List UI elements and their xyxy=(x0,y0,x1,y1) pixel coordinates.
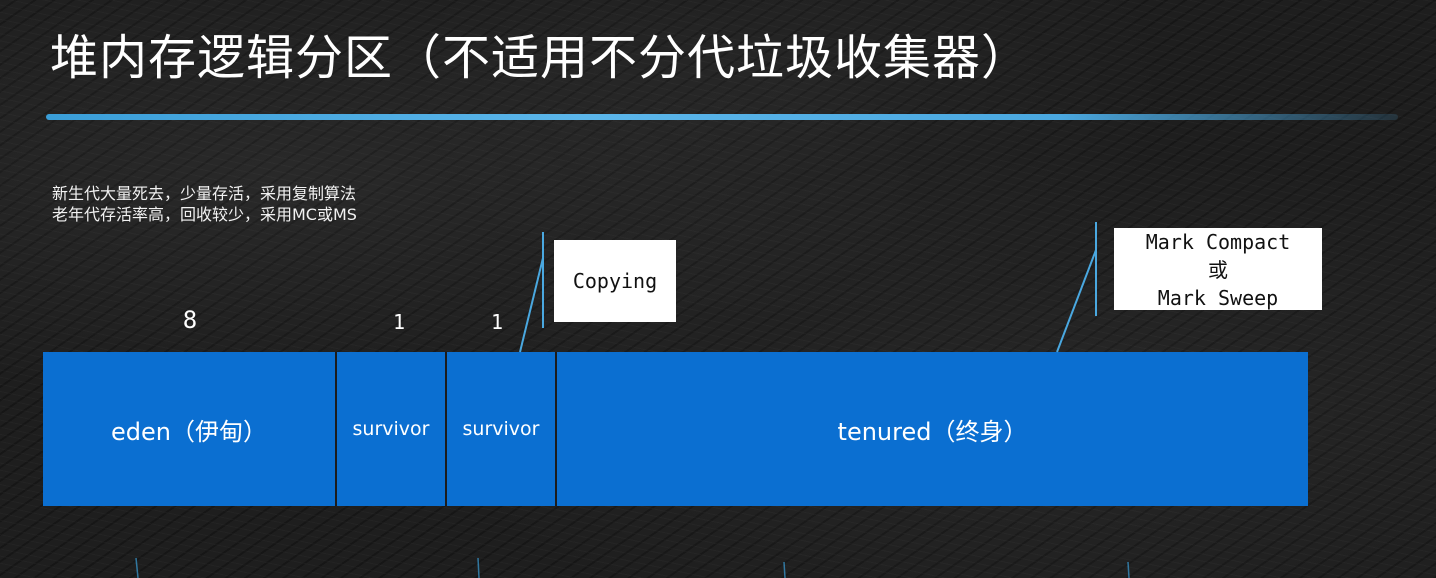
note-young-gen: 新生代大量死去，少量存活，采用复制算法 xyxy=(52,184,357,203)
ratio-survivor-2: 1 xyxy=(490,310,504,334)
ratio-survivor-1: 1 xyxy=(392,310,406,334)
region-tenured: tenured（终身） xyxy=(555,352,1308,506)
callout-copying-label: Copying xyxy=(572,269,658,293)
note-old-gen: 老年代存活率高，回收较少，采用MC或MS xyxy=(52,205,357,224)
bottom-tick-2 xyxy=(477,557,480,578)
callout-mark-sweep-label: Mark Sweep xyxy=(1157,286,1279,310)
bottom-tick-3 xyxy=(783,561,786,578)
heap-diagram: eden（伊甸） survivor survivor tenured（终身） xyxy=(43,352,1308,506)
callout-or-label: 或 xyxy=(1208,258,1228,282)
copying-pointer-line xyxy=(519,257,544,353)
notes-block: 新生代大量死去，少量存活，采用复制算法 老年代存活率高，回收较少，采用MC或MS xyxy=(52,183,357,225)
region-survivor-2: survivor xyxy=(445,352,555,506)
page-title: 堆内存逻辑分区（不适用不分代垃圾收集器） xyxy=(50,30,1031,86)
bottom-tick-4 xyxy=(1127,561,1130,578)
ratio-eden: 8 xyxy=(182,306,198,334)
callout-copying: Copying xyxy=(554,240,676,322)
mark-pointer-line xyxy=(1056,249,1097,353)
region-survivor-1: survivor xyxy=(335,352,445,506)
bottom-tick-1 xyxy=(135,557,139,578)
region-eden: eden（伊甸） xyxy=(43,352,335,506)
callout-mark-algorithms: Mark Compact 或 Mark Sweep xyxy=(1114,228,1322,310)
title-underline xyxy=(46,114,1398,120)
callout-mark-compact-label: Mark Compact xyxy=(1145,230,1291,254)
